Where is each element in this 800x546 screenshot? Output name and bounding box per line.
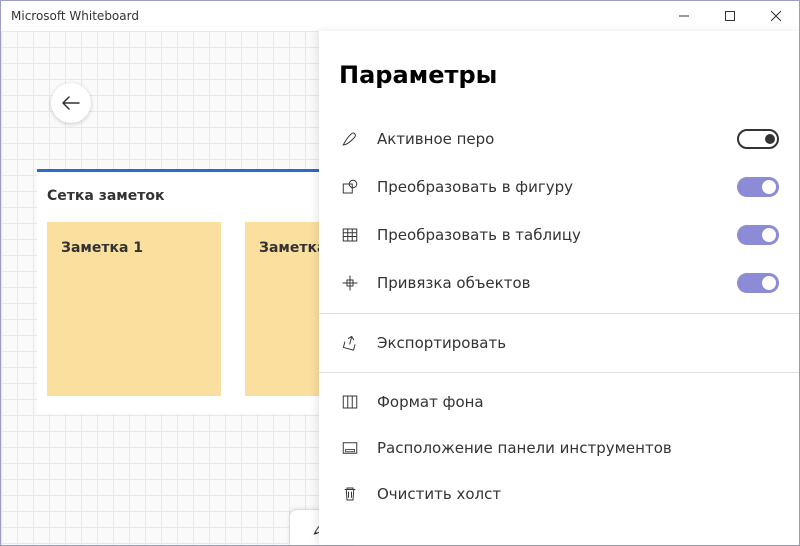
sticky-note[interactable]: Заметка 1 <box>47 222 221 396</box>
minimize-button[interactable] <box>661 1 707 31</box>
settings-body: Активное перо Преобразовать в фигуру Пре… <box>319 115 799 545</box>
titlebar: Microsoft Whiteboard <box>1 1 799 31</box>
separator <box>319 313 799 314</box>
note-label: Заметка 1 <box>61 240 143 256</box>
separator <box>319 372 799 373</box>
settings-row-bg-format[interactable]: Формат фона <box>319 379 799 425</box>
row-label: Привязка объектов <box>377 274 721 292</box>
grid-icon <box>341 393 359 411</box>
row-label: Очистить холст <box>377 485 779 503</box>
settings-header: Параметры <box>319 31 799 115</box>
row-label: Преобразовать в фигуру <box>377 178 721 196</box>
window-title: Microsoft Whiteboard <box>11 9 661 23</box>
toggle-snap[interactable] <box>737 273 779 293</box>
settings-row-to-shape[interactable]: Преобразовать в фигуру <box>319 163 799 211</box>
maximize-button[interactable] <box>707 1 753 31</box>
toggle-active-pen[interactable] <box>737 129 779 149</box>
table-icon <box>341 226 359 244</box>
trash-icon <box>341 485 359 503</box>
row-label: Расположение панели инструментов <box>377 439 779 457</box>
settings-row-to-table[interactable]: Преобразовать в таблицу <box>319 211 799 259</box>
layout-icon <box>341 439 359 457</box>
export-icon <box>341 334 359 352</box>
toggle-to-shape[interactable] <box>737 177 779 197</box>
toggle-to-table[interactable] <box>737 225 779 245</box>
shape-icon <box>341 178 359 196</box>
row-label: Преобразовать в таблицу <box>377 226 721 244</box>
snap-icon <box>341 274 359 292</box>
settings-row-toolbar-position[interactable]: Расположение панели инструментов <box>319 425 799 471</box>
settings-panel: Параметры Активное перо Преобразовать в … <box>319 31 799 545</box>
settings-row-clear[interactable]: Очистить холст <box>319 471 799 517</box>
row-label: Экспортировать <box>377 334 779 352</box>
settings-row-snap[interactable]: Привязка объектов <box>319 259 799 307</box>
close-button[interactable] <box>753 1 799 31</box>
row-label: Формат фона <box>377 393 779 411</box>
back-button[interactable] <box>51 83 91 123</box>
settings-row-export[interactable]: Экспортировать <box>319 320 799 366</box>
settings-row-active-pen[interactable]: Активное перо <box>319 115 799 163</box>
arrow-left-icon <box>62 96 80 110</box>
pen-icon <box>341 130 359 148</box>
row-label: Активное перо <box>377 130 721 148</box>
